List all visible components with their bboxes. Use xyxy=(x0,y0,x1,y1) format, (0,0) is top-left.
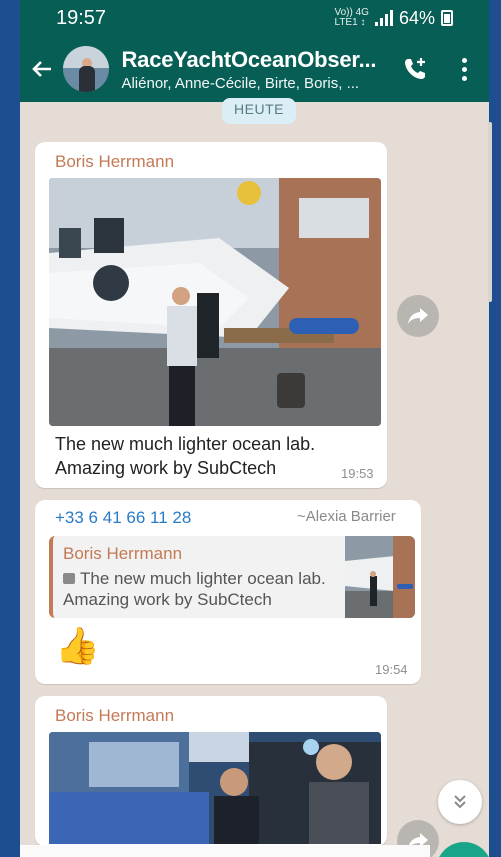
date-chip: HEUTE xyxy=(222,98,296,124)
chat-participants: Aliénor, Anne-Cécile, Birte, Boris, ... xyxy=(121,74,360,92)
status-bar: 19:57 Vo)) 4G LTE1 ↕ 64% xyxy=(20,0,489,36)
signal-icon xyxy=(374,10,393,26)
sender-alias: ~Alexia Barrier xyxy=(297,508,396,525)
message-bubble[interactable]: Boris Herrmann xyxy=(35,142,387,488)
sender-name: Boris Herrmann xyxy=(55,152,175,171)
quoted-thumbnail xyxy=(345,536,415,618)
input-bar-edge xyxy=(20,845,430,857)
message-time: 19:53 xyxy=(341,466,374,481)
message-bubble[interactable]: Boris Herrmann xyxy=(35,696,387,846)
battery-percent: 64% xyxy=(398,7,435,28)
quoted-sender: Boris Herrmann xyxy=(63,544,183,563)
message-text: The new much lighter ocean lab. Amazing … xyxy=(55,434,316,478)
group-avatar[interactable] xyxy=(63,46,110,92)
more-options-icon[interactable] xyxy=(440,36,489,102)
quoted-message[interactable]: Boris Herrmann The new much lighter ocea… xyxy=(49,536,415,618)
message-photo[interactable] xyxy=(49,178,381,426)
sender-name: Boris Herrmann xyxy=(55,706,175,725)
status-icons: Vo)) 4G LTE1 ↕ 64% xyxy=(334,7,453,29)
quoted-text: The new much lighter ocean lab. Amazing … xyxy=(63,569,326,609)
chat-title: RaceYachtOceanObser... xyxy=(121,46,377,72)
battery-icon xyxy=(441,10,453,26)
chat-header: RaceYachtOceanObser... Aliénor, Anne-Céc… xyxy=(20,36,489,102)
screenshot-frame: 19:57 Vo)) 4G LTE1 ↕ 64% RaceYachtOceanO… xyxy=(0,0,501,857)
message-time: 19:54 xyxy=(375,662,408,677)
message-photo[interactable] xyxy=(49,732,381,844)
sender-phone[interactable]: +33 6 41 66 11 28 xyxy=(55,508,191,528)
back-arrow-icon[interactable] xyxy=(20,36,63,102)
scroll-indicator xyxy=(488,122,492,302)
chat-title-block[interactable]: RaceYachtOceanObser... Aliénor, Anne-Céc… xyxy=(121,47,390,92)
message-bubble[interactable]: +33 6 41 66 11 28 ~Alexia Barrier Boris … xyxy=(35,500,421,684)
status-time: 19:57 xyxy=(56,6,107,29)
send-button[interactable] xyxy=(436,842,492,857)
thumbs-up-emoji: 👍 xyxy=(55,625,100,666)
add-call-icon[interactable] xyxy=(390,36,439,102)
scroll-to-bottom-button[interactable] xyxy=(438,780,482,824)
forward-icon[interactable] xyxy=(397,295,439,337)
network-indicator: Vo)) 4G LTE1 ↕ xyxy=(334,7,369,28)
left-edge xyxy=(0,0,20,857)
photo-icon xyxy=(63,573,75,584)
